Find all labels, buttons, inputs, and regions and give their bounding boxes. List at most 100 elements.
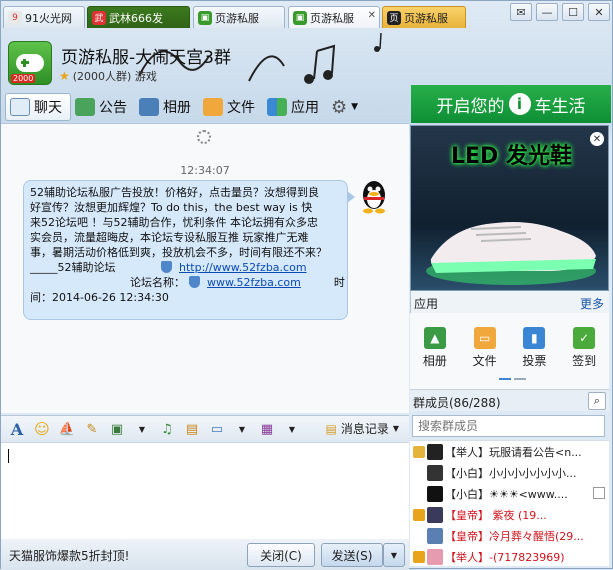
star-icon: [413, 508, 425, 521]
shield-icon: [188, 276, 200, 288]
skin-icon[interactable]: ✉: [510, 3, 532, 21]
member-row[interactable]: 【小白】小小小小小小小...: [410, 462, 609, 483]
forum-link[interactable]: http://www.52fzba.com: [179, 261, 307, 274]
screenshot-icon[interactable]: ▭: [207, 420, 227, 438]
tab-files[interactable]: 文件: [199, 93, 263, 121]
emoji-icon[interactable]: ☺: [32, 420, 52, 438]
loading-spinner-icon: [197, 130, 211, 144]
car-life-banner[interactable]: 开启您的 i 车生活: [411, 85, 611, 123]
chevron-down-icon: ▼: [390, 550, 398, 560]
font-icon[interactable]: A: [7, 420, 27, 439]
chevron-down-icon[interactable]: ▼: [282, 420, 302, 438]
minimize-icon[interactable]: —: [536, 3, 558, 21]
group-header: 2000 页游私服-大闹天宫3群 ★ (2000人群) 游戏: [1, 31, 613, 91]
site-icon: 9: [8, 10, 22, 25]
message-timestamp: 12:34:07: [180, 164, 230, 177]
group-title[interactable]: 页游私服-大闹天宫3群: [61, 43, 231, 68]
member-search-input[interactable]: [412, 415, 605, 437]
ad-link[interactable]: 天猫服饰爆款5折封顶!: [9, 547, 129, 564]
apps-header: 应用 更多: [410, 291, 609, 313]
send-button[interactable]: 发送(S): [321, 543, 383, 567]
app-files[interactable]: ▭ 文件: [473, 327, 497, 389]
tab-notice[interactable]: 公告: [71, 93, 135, 121]
shoe-image: [426, 222, 596, 285]
tab-4-current[interactable]: ▣ 页游私服 ✕: [288, 6, 380, 28]
window-controls: ✉ — ☐ ✕: [510, 3, 610, 21]
app-checkin[interactable]: ✓ 签到: [572, 327, 596, 389]
avatar: [427, 485, 443, 502]
tab-1[interactable]: 9 91火光网: [3, 6, 85, 28]
close-button[interactable]: 关闭(C): [247, 543, 315, 567]
group-chat-window: 9 91火光网 武 武林666发 ▣ 页游私服 ▣ 页游私服 ✕ 页 页游私服 …: [0, 0, 613, 570]
album-icon: [139, 98, 159, 116]
notice-icon: [75, 98, 95, 116]
shield-icon: [160, 261, 172, 273]
member-row[interactable]: 【小白】☀☀☀<www....: [410, 483, 609, 504]
sender-avatar[interactable]: [358, 178, 390, 214]
checkmark-icon: ✓: [573, 327, 596, 349]
chevron-down-icon[interactable]: ▼: [232, 420, 252, 438]
music-icon[interactable]: ♫: [157, 420, 177, 438]
chevron-down-icon[interactable]: ▼: [132, 420, 152, 438]
close-icon[interactable]: ✕: [590, 132, 604, 146]
member-row[interactable]: 【举人】玩服请看公告<n...: [410, 441, 609, 462]
folder-icon: [203, 98, 223, 116]
game-icon: 武: [92, 10, 106, 25]
led-shoe-ad[interactable]: LED 发光鞋 ✕: [410, 125, 609, 291]
message-history-button[interactable]: ▤ 消息记录 ▼: [325, 420, 399, 437]
history-icon: ▤: [325, 421, 337, 436]
image-icon[interactable]: ▣: [107, 420, 127, 438]
apps-pager[interactable]: [499, 378, 526, 380]
tab-chat[interactable]: 聊天: [5, 93, 71, 121]
remote-icon[interactable]: ▦: [257, 420, 277, 438]
tab-apps[interactable]: 应用: [263, 93, 327, 121]
bottom-bar: 天猫服饰爆款5折封顶! 关闭(C) 发送(S) ▼: [1, 539, 409, 570]
apps-grid-icon: [267, 98, 287, 116]
message-input[interactable]: [1, 443, 409, 539]
ad-headline: LED 发光鞋: [451, 144, 572, 169]
edit-icon[interactable]: [593, 487, 605, 499]
tab-bar: 9 91火光网 武 武林666发 ▣ 页游私服 ▣ 页游私服 ✕ 页 页游私服 …: [1, 1, 613, 31]
close-icon[interactable]: ✕: [368, 10, 376, 21]
gear-icon: ⚙: [331, 96, 348, 118]
chat-history[interactable]: 12:34:07 52辅助论坛私服广告投放！价格好，点击量员？汝想得到良 好宣传…: [1, 123, 409, 413]
doodle-icon[interactable]: ✎: [82, 420, 102, 438]
member-role-icon: [413, 445, 425, 458]
tab-3[interactable]: ▣ 页游私服: [193, 6, 285, 28]
settings-button[interactable]: ⚙ ▼: [327, 93, 366, 121]
member-list[interactable]: 【举人】玩服请看公告<n... 【小白】小小小小小小小... 【小白】☀☀☀<w…: [410, 440, 609, 566]
group-avatar[interactable]: 2000: [8, 41, 52, 85]
group-subtitle: ★ (2000人群) 游戏: [59, 69, 157, 83]
avatar: [427, 464, 443, 481]
forum-link-2[interactable]: www.52fzba.com: [207, 276, 301, 289]
chevron-down-icon: ▼: [351, 102, 359, 112]
avatar: [427, 506, 443, 523]
input-toolbar: A ☺ ⛵ ✎ ▣ ▼ ♫ ▤ ▭ ▼ ▦ ▼ ▤ 消息记录 ▼: [1, 415, 409, 443]
send-options-button[interactable]: ▼: [383, 543, 405, 567]
member-row[interactable]: 【举人】-(717823969): [410, 546, 609, 566]
close-window-icon[interactable]: ✕: [588, 3, 610, 21]
apps-more-link[interactable]: 更多: [580, 295, 604, 312]
tab-album[interactable]: 相册: [135, 93, 199, 121]
photo-icon: ▲: [423, 327, 446, 349]
search-icon[interactable]: ⌕: [588, 392, 606, 410]
group-icon: ▣: [198, 10, 212, 25]
member-row[interactable]: 【皇帝】 紫夜 (19...: [410, 504, 609, 525]
folder-icon: ▭: [473, 327, 496, 349]
star-icon: ★: [59, 69, 70, 83]
main-toolbar: 聊天 公告 相册 文件 应用 ⚙ ▼: [1, 91, 409, 123]
chat-icon: [10, 98, 30, 116]
gamepad-icon: [16, 54, 44, 72]
maximize-icon[interactable]: ☐: [562, 3, 584, 21]
tab-2[interactable]: 武 武林666发: [87, 6, 190, 28]
message-bubble[interactable]: 52辅助论坛私服广告投放！价格好，点击量员？汝想得到良 好宣传？汝想更加辉煌？T…: [23, 180, 355, 320]
member-row[interactable]: 【皇帝】冷月葬々醒悟(29...: [410, 525, 609, 546]
tab-5[interactable]: 页 页游私服: [382, 6, 466, 28]
app-album[interactable]: ▲ 相册: [423, 327, 447, 389]
star-icon: [413, 550, 425, 563]
chevron-down-icon: ▼: [392, 424, 399, 433]
avatar: [427, 548, 443, 565]
text-caret: [8, 449, 9, 463]
shake-icon[interactable]: ⛵: [57, 420, 77, 438]
note-icon[interactable]: ▤: [182, 420, 202, 438]
